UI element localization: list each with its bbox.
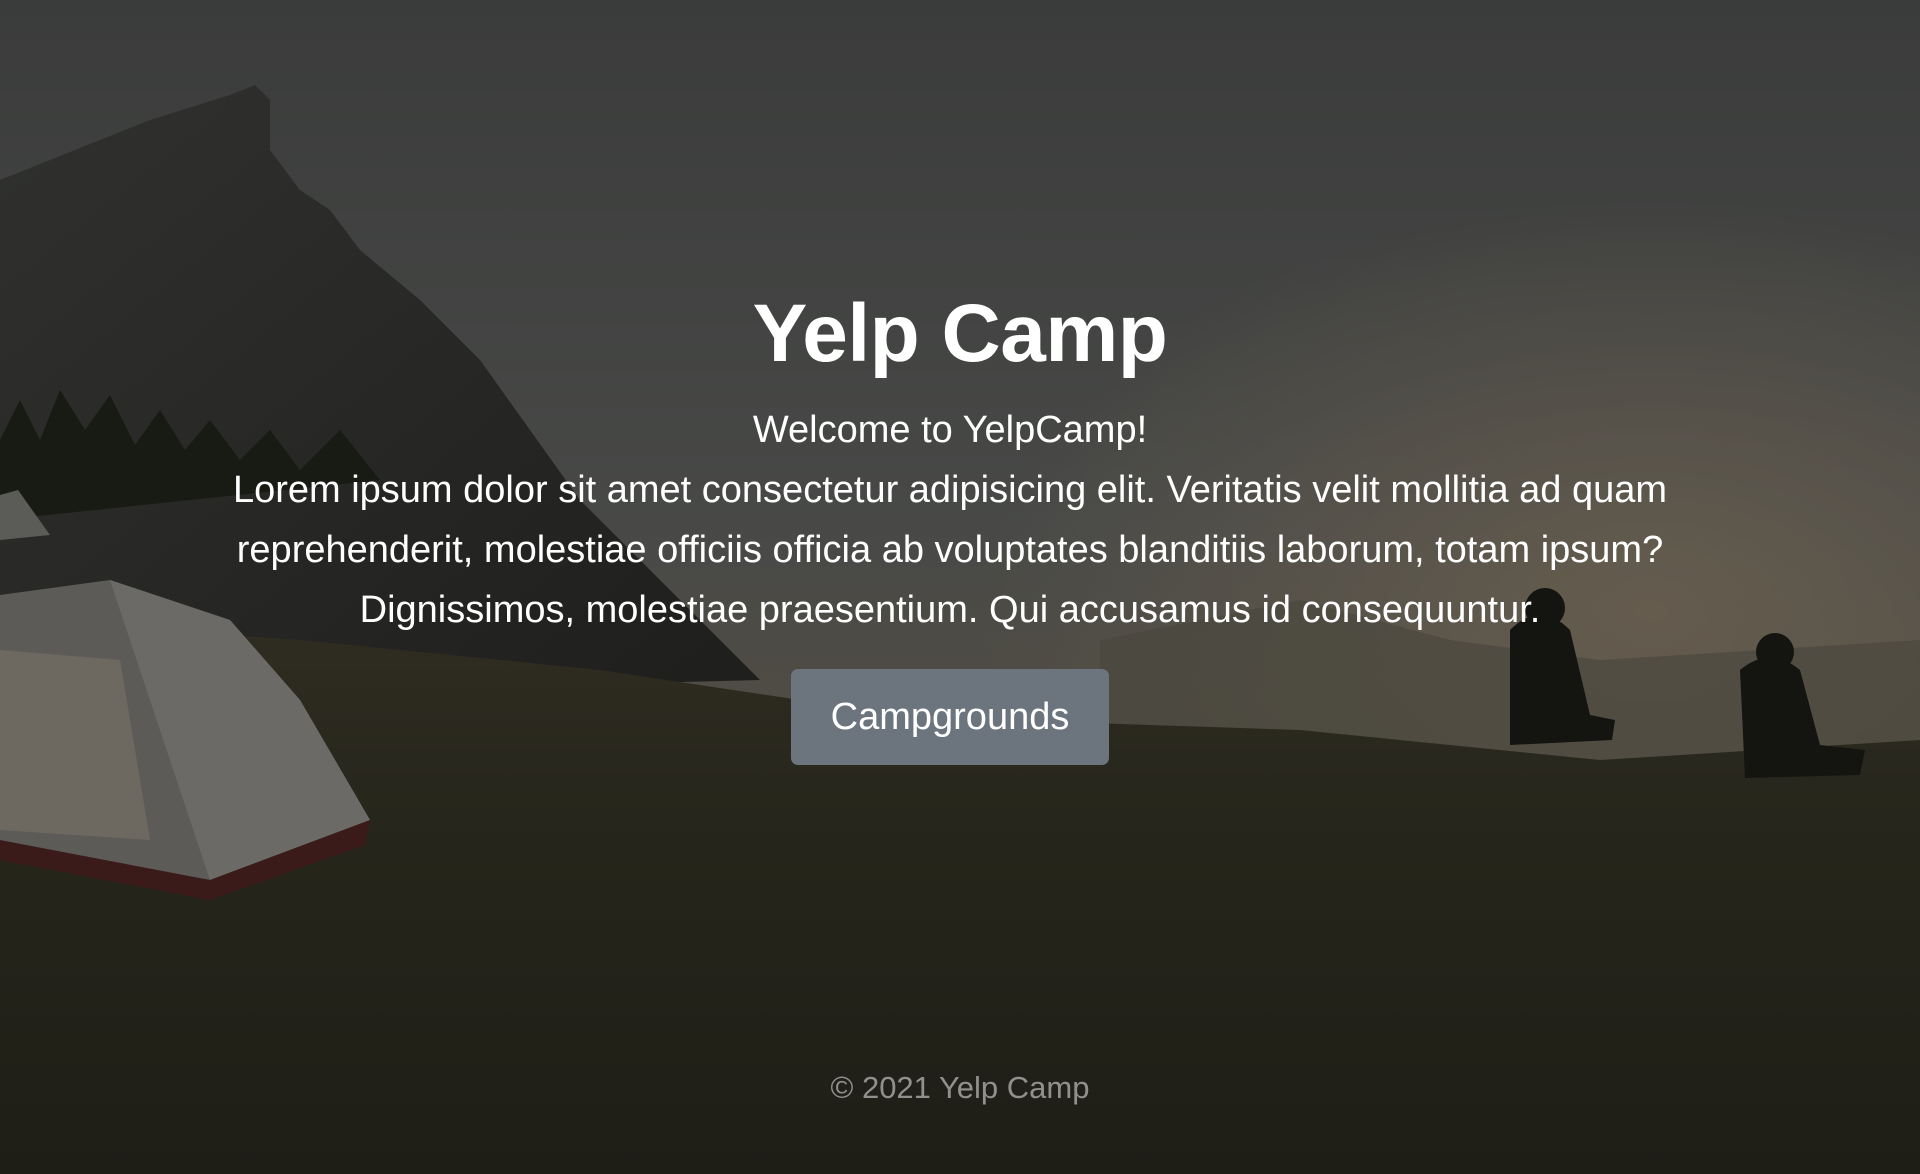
welcome-text: Welcome to YelpCamp! xyxy=(752,409,1148,451)
campgrounds-button[interactable]: Campgrounds xyxy=(791,669,1109,765)
description-text: Lorem ipsum dolor sit amet consectetur a… xyxy=(232,469,1668,631)
hero-lead: Welcome to YelpCamp! Lorem ipsum dolor s… xyxy=(210,400,1690,640)
page-title: Yelp Camp xyxy=(752,288,1168,379)
hero-cover: Yelp Camp Welcome to YelpCamp! Lorem ips… xyxy=(0,0,1920,1174)
footer-copyright: © 2021 Yelp Camp xyxy=(830,1070,1090,1105)
